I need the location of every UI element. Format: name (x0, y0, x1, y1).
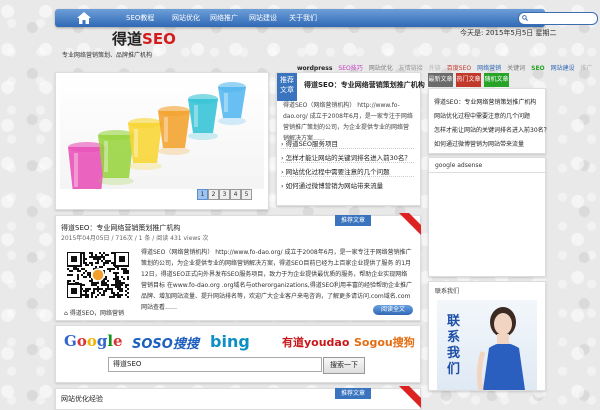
tag-cloud: wordpress SEO技巧 网站优化 友情链接 外链 百度SEO 网络营销 关键词 SEO 网… (297, 63, 599, 72)
list-item[interactable]: 怎样才能让网站的关键词排名进入前30名？ (434, 125, 550, 134)
engine-logo-bing[interactable]: bing (210, 332, 250, 351)
tab-latest[interactable]: 最新文章 (428, 73, 453, 87)
slider-image[interactable] (60, 77, 264, 189)
nav-item-optimization[interactable]: 网站优化 (172, 13, 200, 23)
tab-popular[interactable]: 热门文章 (456, 73, 481, 87)
article-post: 网站优化经验 推荐文章 (55, 386, 421, 410)
cup-shape (188, 94, 218, 140)
adsense-widget: google adsense (428, 157, 546, 277)
list-item[interactable]: 得道SEO：专业网络营销策划推广机构 (434, 97, 536, 106)
post-badge: 推荐文章 (335, 388, 371, 399)
nav-item-building[interactable]: 网站建设 (249, 13, 277, 23)
search-engine-panel: Google SOSO搜搜 bing 有道youdao Sogou搜狗 得道SE… (55, 325, 421, 383)
new-ribbon-icon (399, 213, 421, 235)
featured-badge: 推荐文章 (277, 73, 297, 101)
post-excerpt: 得道SEO（网络营销机构） http://www.fo-dao.org/ 成立于… (141, 249, 413, 311)
engine-logo-sogou[interactable]: Sogou搜狗 (354, 334, 415, 350)
logo-seo-text: SEO (142, 30, 176, 48)
engine-logo-youdao[interactable]: 有道youdao (282, 334, 349, 350)
tab-random[interactable]: 随机文章 (484, 73, 509, 87)
tag-link[interactable]: 推广 (581, 65, 593, 72)
search-input[interactable] (518, 12, 598, 25)
featured-article-panel: 推荐文章 得道SEO：专业网络营销策划推广机构 得道SEO（网络营销机构） ht… (276, 72, 425, 206)
engine-search-input[interactable]: 得道SEO (108, 357, 322, 372)
post-badge: 推荐文章 (335, 215, 371, 226)
tag-link[interactable]: 友情链接 (399, 65, 423, 72)
contact-banner-text: 联系我们 (447, 314, 461, 377)
list-item[interactable]: 网站优化过程中需要注意的几个问题 (434, 111, 530, 120)
featured-link[interactable]: › 如何通过微博营销为网站带来流量 (281, 180, 383, 190)
tag-link[interactable]: 网络营销 (477, 65, 501, 72)
new-ribbon-icon (399, 386, 421, 408)
qr-code-image (67, 252, 129, 298)
image-slider: 12345 (55, 72, 269, 210)
read-more-button[interactable]: 阅读全文 (373, 305, 413, 315)
widget-title: 联系我们 (435, 288, 460, 295)
divider (281, 148, 414, 149)
post-meta: 2015年04月05日 / 716次 / 1 条 / 阅读 431 views … (61, 235, 209, 242)
arrow-right-icon: › (281, 140, 284, 148)
article-post: 得道SEO：专业网络营销策划推广机构 2015年04月05日 / 716次 / … (55, 213, 421, 321)
featured-title[interactable]: 得道SEO：专业网络营销策划推广机构 (304, 80, 425, 90)
arrow-right-icon: › (281, 154, 284, 162)
nav-item-promotion[interactable]: 网络推广 (210, 13, 238, 23)
post-title[interactable]: 网站优化经验 (61, 394, 103, 404)
slider-page-button[interactable]: 2 (208, 189, 219, 200)
post-tags: ⌂ 得道SEO，网络营销 (64, 310, 125, 317)
cup-shape (218, 82, 246, 125)
slider-page-button[interactable]: 1 (197, 189, 208, 200)
featured-link[interactable]: › 得道SEO服务项目 (281, 138, 338, 148)
site-slogan: 专业网络营销策划、品牌推广机构 (62, 52, 153, 59)
slider-page-button[interactable]: 3 (219, 189, 230, 200)
home-icon[interactable] (77, 12, 91, 24)
nav-item-about[interactable]: 关于我们 (289, 13, 317, 23)
tag-link[interactable]: 百度SEO (447, 65, 471, 72)
contact-banner-image[interactable]: 联系我们 (437, 300, 537, 390)
featured-link[interactable]: › 怎样才能让网站的关键词排名进入前30名？ (281, 152, 411, 162)
engine-logo-soso[interactable]: SOSO搜搜 (132, 333, 199, 352)
tag-link[interactable]: SEO技巧 (338, 65, 362, 72)
date-display: 今天是: 2015年5月5日 星期二 (460, 29, 557, 37)
widget-title: google adsense (435, 162, 483, 169)
slider-page-button[interactable]: 4 (230, 189, 241, 200)
nav-item-seo[interactable]: SEO教程 (126, 13, 154, 23)
post-title[interactable]: 得道SEO：专业网络营销策划推广机构 (61, 223, 180, 233)
tag-link[interactable]: 网站优化 (369, 65, 393, 72)
tag-link[interactable]: SEO (531, 65, 545, 72)
tab-article-list: 得道SEO：专业网络营销策划推广机构 网站优化过程中需要注意的几个问题 怎样才能… (428, 88, 550, 154)
tag-link[interactable]: 外链 (429, 65, 441, 72)
tag-link[interactable]: 网站建设 (551, 65, 575, 72)
cup-shape (158, 106, 190, 155)
cup-shape (98, 130, 134, 185)
divider (429, 172, 545, 173)
tag-link[interactable]: wordpress (297, 65, 332, 72)
divider (281, 162, 414, 163)
engine-search-button[interactable]: 搜索一下 (323, 357, 365, 374)
logo-main-text: 得道 (112, 30, 143, 48)
arrow-right-icon: › (281, 168, 284, 176)
search-icon[interactable] (522, 15, 528, 21)
arrow-right-icon: › (281, 182, 284, 190)
list-item[interactable]: 如何通过微博营销为网站带来流量 (434, 139, 524, 148)
contact-widget: 联系我们 联系我们 (428, 281, 546, 391)
slider-page-button[interactable]: 5 (241, 189, 252, 200)
colorful-cups-image (68, 82, 246, 189)
site-logo[interactable]: 得道SEO (112, 28, 176, 49)
top-navigation-bar: SEO教程 网站优化 网络推广 网站建设 关于我们 (55, 9, 598, 27)
engine-logo-google[interactable]: Google (64, 332, 123, 350)
cup-shape (128, 118, 162, 170)
tag-link[interactable]: 关键词 (507, 65, 525, 72)
featured-link[interactable]: › 网站优化过程中需要注意的几个问题 (281, 166, 390, 176)
divider (281, 176, 414, 177)
